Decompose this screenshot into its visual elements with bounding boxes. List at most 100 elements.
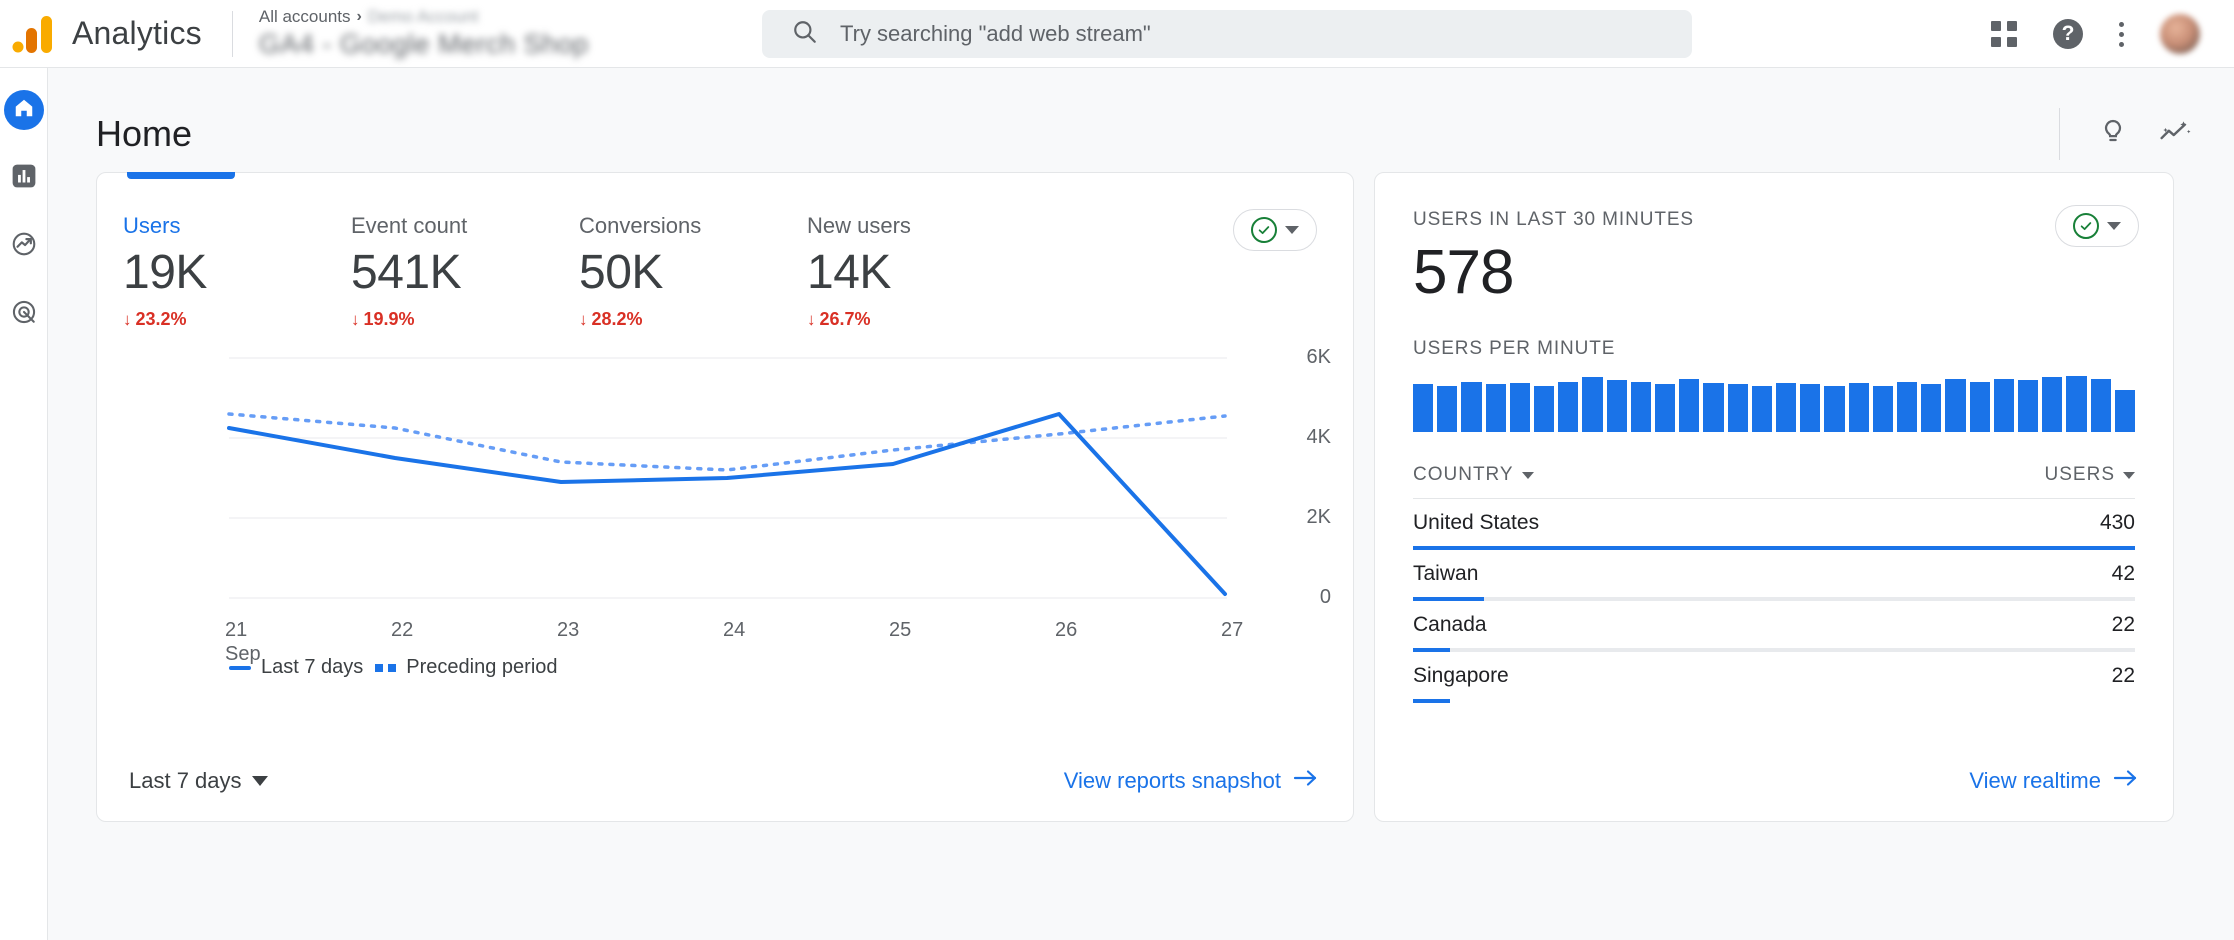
metric-conversions[interactable]: Conversions 50K ↓ 28.2% [579,213,807,330]
users-per-minute-bar [1606,380,1627,432]
metric-new-users[interactable]: New users 14K ↓ 26.7% [807,213,1035,330]
check-circle-icon [2073,213,2099,239]
y-tick: 4K [1306,426,1331,448]
chevron-right-icon: › [356,8,362,25]
metric-event-count[interactable]: Event count 541K ↓ 19.9% [351,213,579,330]
table-row[interactable]: Taiwan 42 [1413,550,2135,601]
users-per-minute-bar [1413,384,1434,432]
view-realtime-link[interactable]: View realtime [1969,768,2139,794]
topbar-actions: ? [1991,0,2214,68]
realtime-headline-label: USERS IN LAST 30 MINUTES [1413,209,1694,230]
users-line-chart: 6K 4K 2K 0 21 Sep 22 23 24 25 26 27 [97,342,1353,665]
users-per-minute-bar [2090,378,2111,432]
breadcrumb-account-name[interactable]: Demo Account [368,7,479,27]
x-tick: 25 [889,619,912,641]
breadcrumb-all-accounts[interactable]: All accounts [259,7,351,27]
column-header-users[interactable]: USERS [2045,464,2135,486]
x-tick-month: Sep [225,643,261,665]
sidebar-item-home[interactable] [3,90,44,130]
column-header-country[interactable]: COUNTRY [1413,464,1534,486]
users-per-minute-label: USERS PER MINUTE [1413,338,1616,359]
row-country: Canada [1413,613,1487,636]
insights-lightbulb-icon[interactable] [2098,117,2128,152]
x-tick: 22 [391,619,414,641]
users-per-minute-bars [1413,376,2136,432]
arrow-right-icon [1293,768,1319,794]
users-per-minute-bar [2066,376,2087,432]
account-selector[interactable]: All accounts › Demo Account GA4 - Google… [259,7,589,60]
metric-value: 50K [579,246,663,299]
date-range-selector[interactable]: Last 7 days [129,768,268,794]
users-per-minute-bar [1848,383,1869,432]
row-users: 22 [2111,613,2135,636]
x-tick: 26 [1055,619,1078,641]
column-label: USERS [2044,464,2115,485]
chevron-down-icon [1521,471,1534,479]
avatar[interactable] [2160,14,2200,54]
search-input[interactable] [840,21,1692,47]
users-per-minute-bar [1630,381,1652,432]
chevron-down-icon [251,776,268,786]
users-per-minute-bar [1461,381,1482,432]
row-users: 22 [2111,664,2135,687]
search-icon [792,19,818,50]
users-per-minute-bar [1751,385,1773,432]
metric-value: 14K [807,246,891,299]
arrow-down-icon: ↓ [579,309,588,329]
help-icon[interactable]: ? [2053,19,2083,49]
realtime-status-button[interactable] [2055,205,2139,247]
users-per-minute-bar [1824,385,1845,432]
realtime-headline-value: 578 [1413,238,1514,307]
more-vert-icon[interactable] [2119,21,2124,47]
property-selector-label[interactable]: GA4 - Google Merch Shop [259,29,589,60]
y-axis-labels: 6K 4K 2K 0 [1271,342,1331,612]
users-per-minute-bar [1872,385,1894,432]
row-country: United States [1413,511,1540,534]
page-title: Home [96,113,193,154]
breadcrumb[interactable]: All accounts › Demo Account [259,7,589,27]
users-per-minute-bar [1582,377,1603,432]
table-row[interactable]: United States 430 [1413,499,2135,550]
advertising-target-icon [11,299,37,330]
sidebar-item-advertising[interactable] [4,294,44,334]
sidebar-item-explore[interactable] [4,226,44,266]
apps-grid-icon[interactable] [1991,21,2017,47]
overview-card: Users 19K ↓ 23.2% Event count 541K ↓ 19.… [96,172,1354,822]
page-header-actions [2059,108,2192,160]
metric-users[interactable]: Users 19K ↓ 23.2% [123,213,351,330]
row-users: 42 [2111,562,2135,585]
view-reports-snapshot-link[interactable]: View reports snapshot [1064,768,1319,794]
metric-value: 541K [351,246,462,299]
link-label: View reports snapshot [1063,768,1281,793]
metric-delta: ↓ 28.2% [579,309,807,330]
app-body: Home Users 19K ↓ 23.2% Event count 541K … [0,68,2234,940]
users-per-minute-bar [1437,385,1458,432]
row-bar-fill [1413,699,1450,703]
arrow-down-icon: ↓ [807,309,816,329]
y-tick: 2K [1306,506,1331,528]
google-analytics-logo[interactable] [10,14,56,54]
dashboard-cards: Users 19K ↓ 23.2% Event count 541K ↓ 19.… [48,164,2234,822]
row-country: Taiwan [1413,562,1479,585]
metric-label: New users [807,213,911,238]
y-tick: 0 [1319,586,1331,608]
realtime-table-header: COUNTRY USERS [1413,464,2135,486]
search-bar[interactable] [762,10,1692,58]
x-tick: 24 [723,619,746,641]
data-collection-status-button[interactable] [1233,209,1317,251]
y-tick: 6K [1306,346,1331,368]
users-per-minute-bar [1776,383,1797,432]
users-per-minute-bar [2114,390,2136,432]
users-per-minute-bar [1727,384,1748,432]
intelligence-sparkline-icon[interactable] [2158,117,2192,152]
overview-card-footer: Last 7 days View reports snapshot [97,741,1353,821]
bar-chart-icon [11,163,37,194]
metric-delta-value: 19.9% [363,309,415,329]
top-bar: Analytics All accounts › Demo Account GA… [0,0,2234,68]
table-row[interactable]: Canada 22 [1413,601,2135,652]
metric-delta-value: 28.2% [591,309,643,329]
users-per-minute-bar [1993,378,2015,432]
table-row[interactable]: Singapore 22 [1413,652,2135,703]
arrow-down-icon: ↓ [351,309,360,329]
sidebar-item-reports[interactable] [4,158,44,198]
